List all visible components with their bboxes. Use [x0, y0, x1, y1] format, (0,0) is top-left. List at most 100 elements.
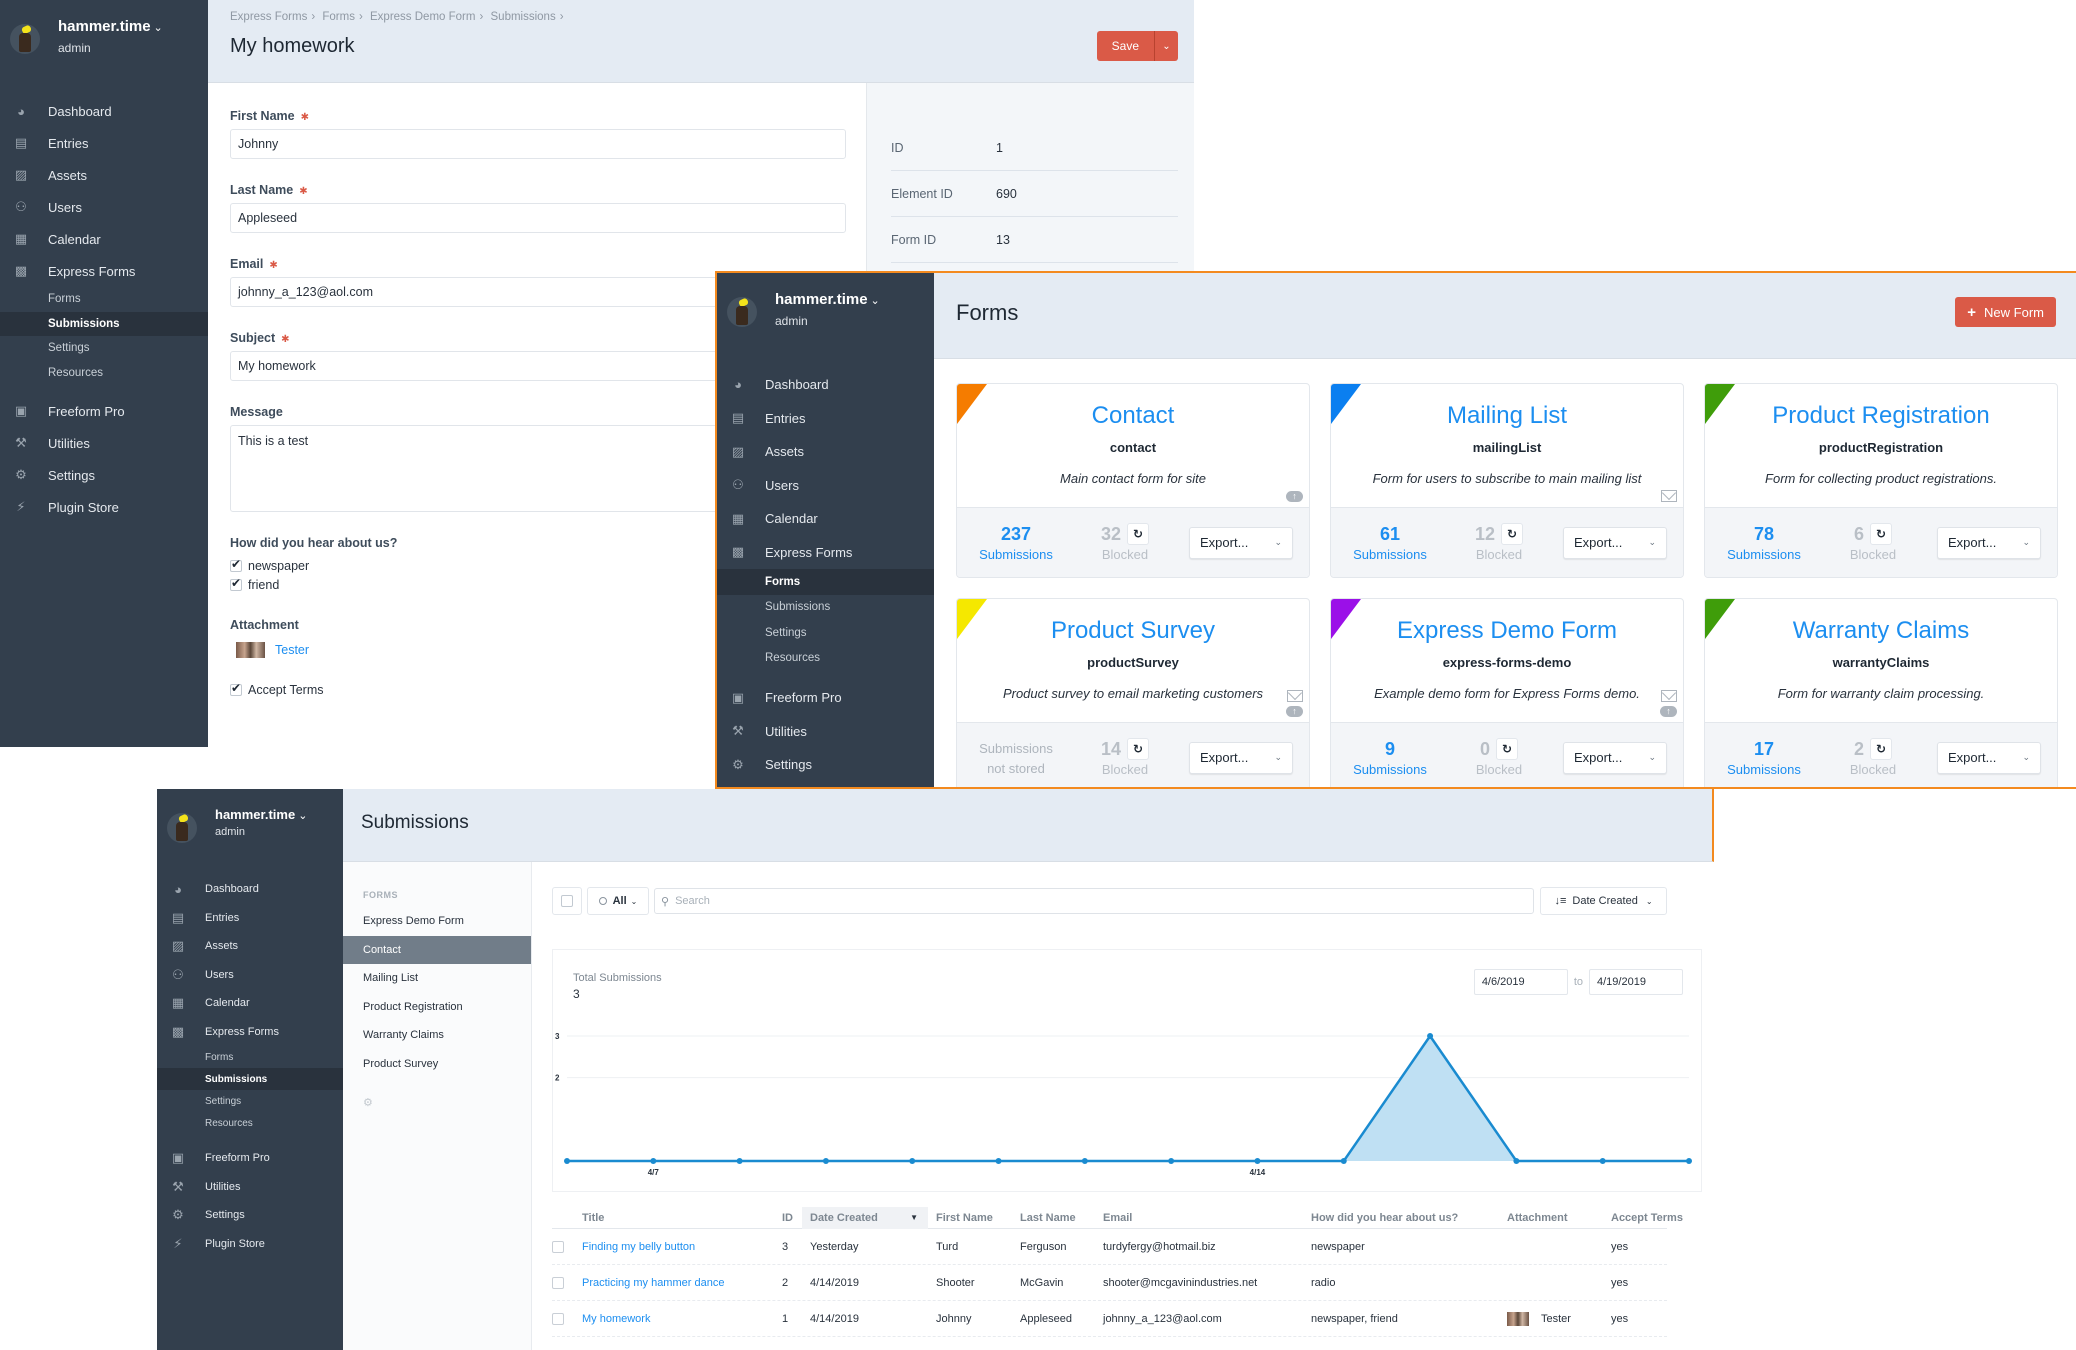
- nav-item-settings[interactable]: ⚙ Settings: [717, 748, 934, 782]
- sort-dropdown[interactable]: ↓≡ Date Created ⌄: [1540, 887, 1667, 915]
- checkbox[interactable]: [230, 576, 242, 591]
- date-to-input[interactable]: 4/19/2019: [1589, 969, 1683, 995]
- checkbox[interactable]: [230, 557, 242, 572]
- row-select[interactable]: [552, 1276, 574, 1289]
- new-form-button[interactable]: + New Form: [1955, 297, 2056, 327]
- nav-subitem-forms[interactable]: Forms: [157, 1046, 343, 1068]
- nav-subitem-settings[interactable]: Settings: [0, 336, 208, 361]
- user-menu[interactable]: hammer.time ⌄ admin: [157, 789, 343, 843]
- column-header-sorted[interactable]: Date Created ▼: [802, 1206, 928, 1229]
- form-name-link[interactable]: Mailing List: [1331, 384, 1683, 430]
- form-filter-item[interactable]: Warranty Claims: [343, 1021, 531, 1050]
- user-menu[interactable]: hammer.time ⌄ admin: [717, 273, 934, 328]
- nav-item-utilities[interactable]: ⚒ Utilities: [157, 1173, 343, 1202]
- date-from-input[interactable]: 4/6/2019: [1473, 969, 1568, 995]
- nav-item-calendar[interactable]: ▦ Calendar: [717, 502, 934, 536]
- nav-item-dashboard[interactable]: ◕ Dashboard: [0, 95, 208, 127]
- settings-gear-icon[interactable]: ⚙: [363, 1096, 531, 1109]
- nav-item-express-forms[interactable]: ▩ Express Forms: [0, 255, 208, 287]
- reset-blocked-button[interactable]: ↻: [1127, 523, 1150, 545]
- reset-blocked-button[interactable]: ↻: [1127, 738, 1150, 760]
- nav-item-calendar[interactable]: ▦ Calendar: [157, 989, 343, 1018]
- nav-item-utilities[interactable]: ⚒ Utilities: [0, 427, 208, 459]
- export-dropdown[interactable]: Export... ⌄: [1937, 526, 2041, 559]
- reset-blocked-button[interactable]: ↻: [1496, 738, 1518, 760]
- row-select[interactable]: [552, 1312, 574, 1325]
- nav-item-calendar[interactable]: ▦ Calendar: [0, 223, 208, 255]
- form-filter-item[interactable]: Express Demo Form: [343, 907, 531, 936]
- attachment-thumbnail[interactable]: [236, 642, 265, 658]
- submission-title-link[interactable]: Finding my belly button: [574, 1241, 774, 1253]
- column-header[interactable]: Last Name: [1012, 1212, 1095, 1224]
- column-header[interactable]: Email: [1095, 1212, 1303, 1224]
- checkbox[interactable]: [552, 1240, 564, 1253]
- nav-subitem-forms[interactable]: Forms: [0, 287, 208, 312]
- nav-item-users[interactable]: ⚇ Users: [717, 469, 934, 503]
- nav-item-express-forms[interactable]: ▩ Express Forms: [157, 1018, 343, 1047]
- form-name-link[interactable]: Warranty Claims: [1705, 599, 2057, 645]
- nav-item-settings[interactable]: ⚙ Settings: [157, 1201, 343, 1230]
- nav-subitem-resources[interactable]: Resources: [717, 646, 934, 672]
- nav-item-entries[interactable]: ▤ Entries: [717, 402, 934, 436]
- breadcrumb-link[interactable]: Submissions: [491, 11, 556, 23]
- form-name-link[interactable]: Express Demo Form: [1331, 599, 1683, 645]
- form-name-link[interactable]: Product Survey: [957, 599, 1309, 645]
- attachment-link[interactable]: Tester: [275, 643, 309, 657]
- nav-item-dashboard[interactable]: ◕ Dashboard: [157, 875, 343, 904]
- checkbox[interactable]: [552, 1276, 564, 1289]
- nav-subitem-forms[interactable]: Forms: [717, 569, 934, 595]
- export-dropdown[interactable]: Export... ⌄: [1563, 741, 1667, 774]
- nav-item-assets[interactable]: ▨ Assets: [717, 435, 934, 469]
- form-filter-item[interactable]: Product Survey: [343, 1050, 531, 1079]
- column-header[interactable]: First Name: [928, 1212, 1012, 1224]
- nav-item-settings[interactable]: ⚙ Settings: [0, 459, 208, 491]
- submission-title-link[interactable]: My homework: [574, 1313, 774, 1325]
- submission-title-link[interactable]: Practicing my hammer dance: [574, 1277, 774, 1289]
- save-button[interactable]: Save: [1096, 31, 1154, 61]
- nav-item-express-forms[interactable]: ▩ Express Forms: [717, 536, 934, 570]
- submissions-stat[interactable]: 17 Submissions: [1705, 739, 1823, 777]
- submissions-stat[interactable]: 237 Submissions: [957, 524, 1075, 562]
- nav-item-freeform-pro[interactable]: ▣ Freeform Pro: [0, 395, 208, 427]
- status-filter[interactable]: All ⌄: [587, 887, 649, 915]
- nav-item-utilities[interactable]: ⚒ Utilities: [717, 715, 934, 749]
- form-name-link[interactable]: Product Registration: [1705, 384, 2057, 430]
- submissions-stat[interactable]: 78 Submissions: [1705, 524, 1823, 562]
- checkbox[interactable]: [552, 1312, 564, 1325]
- export-dropdown[interactable]: Export... ⌄: [1189, 741, 1293, 774]
- nav-item-assets[interactable]: ▨ Assets: [157, 932, 343, 961]
- attachment-thumbnail[interactable]: [1507, 1311, 1529, 1326]
- nav-subitem-submissions[interactable]: Submissions: [157, 1068, 343, 1090]
- nav-subitem-submissions[interactable]: Submissions: [0, 311, 208, 336]
- column-header[interactable]: Title: [574, 1212, 774, 1224]
- nav-item-assets[interactable]: ▨ Assets: [0, 159, 208, 191]
- nav-item-users[interactable]: ⚇ Users: [0, 191, 208, 223]
- form-filter-item[interactable]: Mailing List: [343, 964, 531, 993]
- export-dropdown[interactable]: Export... ⌄: [1189, 526, 1293, 559]
- export-dropdown[interactable]: Export... ⌄: [1937, 741, 2041, 774]
- submissions-stat[interactable]: 9 Submissions: [1331, 739, 1449, 777]
- search-input[interactable]: ⚲ Search: [654, 888, 1534, 914]
- nav-subitem-resources[interactable]: Resources: [0, 361, 208, 386]
- row-select[interactable]: [552, 1240, 574, 1253]
- nav-item-freeform-pro[interactable]: ▣ Freeform Pro: [717, 681, 934, 715]
- nav-item-entries[interactable]: ▤ Entries: [157, 904, 343, 933]
- breadcrumb-link[interactable]: Forms: [322, 11, 355, 23]
- save-options-button[interactable]: ⌄: [1154, 31, 1178, 61]
- nav-item-freeform-pro[interactable]: ▣ Freeform Pro: [157, 1144, 343, 1173]
- nav-item-entries[interactable]: ▤ Entries: [0, 127, 208, 159]
- form-filter-item[interactable]: Product Registration: [343, 993, 531, 1022]
- column-header[interactable]: How did you hear about us?: [1303, 1212, 1499, 1224]
- breadcrumb-link[interactable]: Express Demo Form: [370, 11, 475, 23]
- checkbox[interactable]: [230, 681, 242, 696]
- nav-subitem-settings[interactable]: Settings: [717, 620, 934, 646]
- nav-item-dashboard[interactable]: ◕ Dashboard: [717, 368, 934, 402]
- reset-blocked-button[interactable]: ↻: [1870, 523, 1892, 545]
- nav-item-plugin-store[interactable]: ⚡ Plugin Store: [157, 1230, 343, 1259]
- submissions-stat[interactable]: 61 Submissions: [1331, 524, 1449, 562]
- reset-blocked-button[interactable]: ↻: [1870, 738, 1892, 760]
- select-all-checkbox[interactable]: [552, 887, 582, 915]
- column-header[interactable]: Accept Terms: [1603, 1212, 1683, 1224]
- user-menu[interactable]: hammer.time ⌄ admin: [0, 0, 208, 55]
- breadcrumb-link[interactable]: Express Forms: [230, 11, 307, 23]
